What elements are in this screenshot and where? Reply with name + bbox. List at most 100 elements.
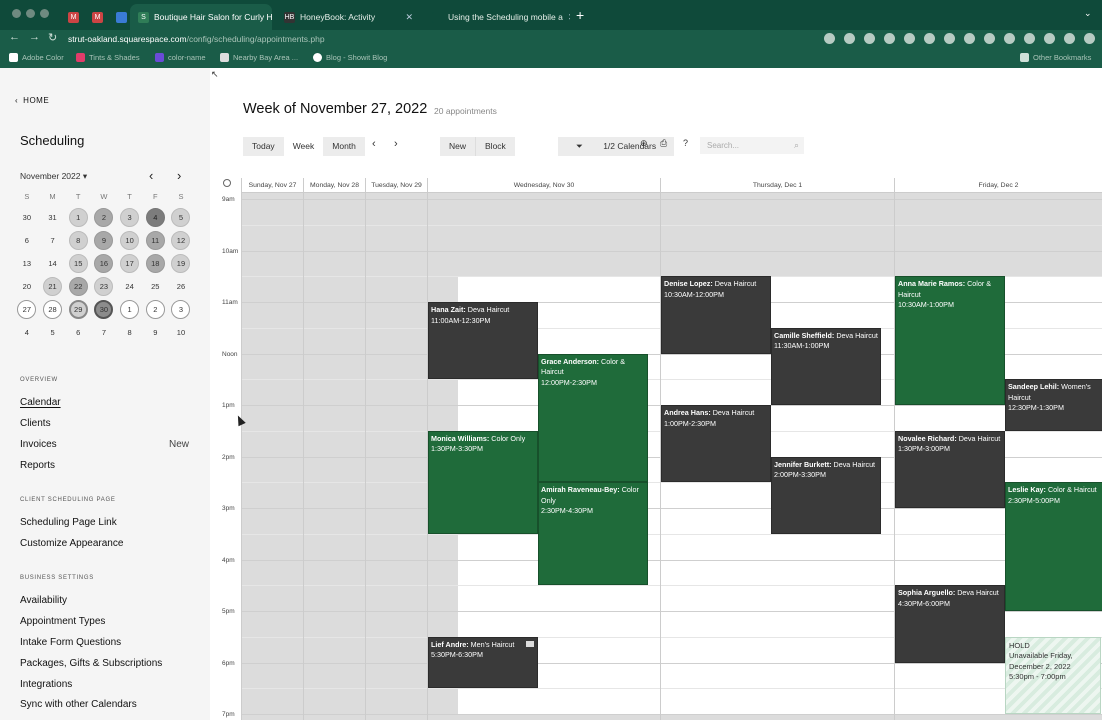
mini-calendar-day[interactable]: 26 [171,277,190,296]
appointment-block[interactable]: Hana Zait: Deva Haircut 11:00AM-12:30PM [428,302,538,380]
appointment-block[interactable]: Grace Anderson: Color & Haircut 12:00PM-2… [538,353,648,483]
extension-icon[interactable] [964,33,975,44]
mini-calendar-day[interactable]: 5 [43,323,62,342]
mini-calendar-day[interactable]: 1 [120,300,140,319]
calendars-filter-button[interactable]: ⏷ 1/2 Calendars [558,137,675,156]
mini-calendar-day[interactable]: 25 [146,277,165,296]
mini-calendar-day[interactable]: 19 [171,254,191,273]
appointment-block[interactable]: Jennifer Burkett: Deva Haircut 2:00PM-3:3… [771,456,881,534]
day-header[interactable]: Wednesday, Nov 30 [427,178,660,193]
help-icon[interactable]: ? [683,138,688,148]
bookmark-color-name[interactable]: color-name [155,53,206,62]
mini-calendar-day[interactable]: 27 [17,300,37,319]
day-header[interactable]: Friday, Dec 2 [894,178,1102,193]
mini-calendar-day[interactable]: 21 [43,277,63,296]
mini-calendar-day[interactable]: 28 [43,300,63,319]
search-input[interactable]: Search... ⌕ [700,137,804,154]
close-tab-icon[interactable]: ✕ [568,12,570,23]
appointment-block[interactable]: Leslie Kay: Color & Haircut 2:30PM-5:00PM [1005,482,1102,612]
nav-integrations[interactable]: Integrations [20,679,72,690]
day-header[interactable]: Tuesday, Nov 29 [365,178,427,193]
collapse-arrow-icon[interactable]: ↖ [211,69,219,80]
appointment-block[interactable]: Camille Sheffield: Deva Haircut 11:30AM-1… [771,327,881,406]
close-window-icon[interactable] [12,9,21,18]
mini-calendar-day[interactable]: 29 [68,300,88,319]
mini-calendar-day[interactable]: 1 [68,208,88,227]
extension-icon[interactable] [944,33,955,44]
day-header[interactable]: Monday, Nov 28 [303,178,365,193]
other-bookmarks[interactable]: Other Bookmarks [1020,53,1091,62]
month-view-button[interactable]: Month [323,137,365,156]
extension-icon[interactable] [884,33,895,44]
week-view-button[interactable]: Week [283,137,324,156]
next-week-icon[interactable]: › [394,138,398,150]
bookmark-tints-shades[interactable]: Tints & Shades [76,53,140,62]
mini-calendar-day[interactable]: 11 [145,231,165,250]
mini-calendar-day[interactable]: 9 [146,323,165,342]
extension-icon[interactable] [1024,33,1035,44]
nav-intake-form-questions[interactable]: Intake Form Questions [20,637,121,648]
extension-icon[interactable] [904,33,915,44]
mini-calendar-day[interactable]: 4 [145,208,165,227]
pinned-tab-gmail[interactable]: M [60,4,80,30]
mini-calendar-day[interactable]: 10 [120,231,140,250]
appointment-block[interactable]: Monica Williams: Color Only 1:30PM-3:30PM [428,430,538,534]
extension-icon[interactable] [1084,33,1095,44]
next-month-icon[interactable]: › [177,168,181,183]
mini-calendar-day[interactable]: 7 [43,231,62,250]
day-header[interactable]: Sunday, Nov 27 [241,178,303,193]
mini-calendar-day[interactable]: 9 [94,231,114,250]
extension-icon[interactable] [864,33,875,44]
close-tab-icon[interactable]: ✕ [405,12,413,23]
nav-customize-appearance[interactable]: Customize Appearance [20,538,123,549]
mini-calendar-day[interactable]: 22 [68,277,88,296]
prev-month-icon[interactable]: ‹ [149,168,153,183]
mini-calendar-day[interactable]: 15 [68,254,88,273]
mini-calendar-day[interactable]: 3 [120,208,140,227]
tab-menu-chevron-icon[interactable]: ⌄ [1084,8,1092,19]
nav-reports[interactable]: Reports [20,460,55,471]
appointment-block[interactable]: Novalee Richard: Deva Haircut 1:30PM-3:00… [895,430,1005,509]
nav-appointment-types[interactable]: Appointment Types [20,616,105,627]
appointment-block[interactable]: Andrea Hans: Deva Haircut 1:00PM-2:30PM [661,405,771,483]
mini-calendar-day[interactable]: 8 [68,231,88,250]
forward-icon[interactable]: → [29,31,40,43]
mini-calendar-day[interactable]: 14 [43,254,62,273]
share-icon[interactable] [824,33,835,44]
mini-calendar-day[interactable]: 4 [17,323,36,342]
week-grid[interactable]: Hana Zait: Deva Haircut 11:00AM-12:30PM Gr… [241,193,1102,720]
mini-calendar-day[interactable]: 6 [69,323,88,342]
mini-calendar-day[interactable]: 13 [17,254,36,273]
appointment-block[interactable]: Amirah Raveneau-Bey: Color Only 2:30PM-4:… [538,482,648,586]
nav-invoices[interactable]: Invoices [20,439,57,450]
mini-calendar-day[interactable]: 16 [94,254,114,273]
bookmark-adobe-color[interactable]: Adobe Color [9,53,64,62]
month-selector[interactable]: November 2022 ▾ [20,171,87,182]
mini-calendar-day[interactable]: 10 [171,323,190,342]
tab-squarespace[interactable]: S Boutique Hair Salon for Curly H ✕ [130,4,272,30]
extension-icon[interactable] [1064,33,1075,44]
mini-calendar-day[interactable]: 5 [171,208,191,227]
appointment-block[interactable]: Sandeep Lehil: Women's Haircut 12:30PM-1:… [1005,379,1102,431]
mini-calendar-day[interactable]: 17 [120,254,140,273]
pinned-tab-gmail-2[interactable]: M [84,4,104,30]
nav-scheduling-page-link[interactable]: Scheduling Page Link [20,517,117,528]
bookmark-showit-blog[interactable]: Blog - Showit Blog [313,53,387,62]
mini-calendar-day[interactable]: 7 [94,323,113,342]
back-icon[interactable]: ← [9,31,20,43]
print-icon[interactable]: ⎙ [660,138,667,149]
mini-calendar-day[interactable]: 30 [94,300,114,319]
mini-calendar-day[interactable]: 18 [145,254,165,273]
bookmark-star-icon[interactable] [844,33,855,44]
mini-calendar-day[interactable]: 8 [120,323,139,342]
reload-icon[interactable]: ↻ [48,31,57,44]
home-link[interactable]: ‹ HOME [15,96,49,105]
nav-packages-gifts[interactable]: Packages, Gifts & Subscriptions [20,658,162,669]
appointment-block[interactable]: Denise Lopez: Deva Haircut 10:30AM-12:00P… [661,276,771,354]
mini-calendar-day[interactable]: 20 [17,277,36,296]
new-button[interactable]: New [440,137,475,156]
appointment-block[interactable]: Lief Andre: Men's Haircut 5:30PM-6:30PM [428,636,538,689]
mini-calendar-day[interactable]: 6 [17,231,36,250]
tab-scheduling-help[interactable]: Using the Scheduling mobile a ✕ [424,4,570,30]
day-header[interactable]: Thursday, Dec 1 [660,178,894,193]
